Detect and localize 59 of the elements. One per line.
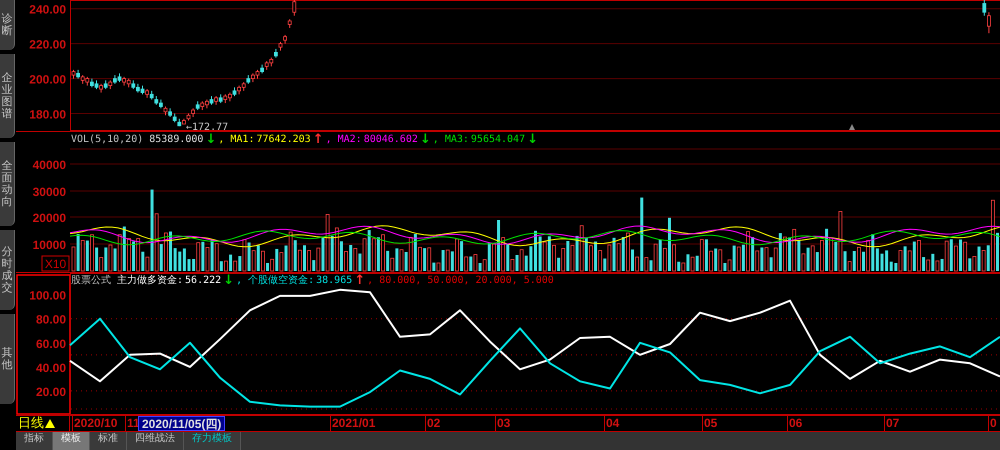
axis-label: 220.00: [29, 38, 66, 52]
trend-arrow: ↓: [223, 274, 234, 287]
date-axis-label: 07: [884, 416, 900, 431]
indicator-title: 股票公式: [71, 274, 111, 287]
axis-label: 80.00: [36, 312, 66, 327]
indicator-value: 80046.602: [364, 133, 418, 146]
unit-badge: X10: [42, 256, 70, 272]
date-axis-label: 05: [702, 416, 718, 431]
trend-arrow: ↓: [527, 133, 538, 146]
date-axis-label: 0: [988, 416, 997, 431]
axis-label: 30000: [32, 185, 66, 199]
indicator-value: 56.222: [185, 274, 222, 287]
bottom-tab[interactable]: 四维战法: [127, 432, 184, 450]
date-axis-label: 06: [787, 416, 802, 431]
indicator-label: 主力做多资金:: [117, 274, 184, 287]
low-price-marker: ←172.77: [186, 122, 228, 131]
cursor-date-label: 2020/11/05(四): [138, 416, 226, 431]
date-axis-label: 2020/10: [72, 416, 118, 431]
date-axis-label: 2021/01: [330, 416, 376, 431]
bottom-tab[interactable]: 指标: [16, 432, 53, 450]
indicator-value: 77642.203: [256, 133, 311, 146]
indicator-label: , 个股做空资金:: [236, 274, 314, 287]
axis-label: 180.00: [29, 108, 66, 122]
axis-label: 40000: [32, 158, 66, 172]
triangle-up-icon: [45, 419, 55, 428]
axis-label: 100.00: [29, 288, 66, 303]
trend-arrow: ↓: [205, 133, 216, 146]
indicator-label: , MA3:: [432, 133, 469, 146]
indicator-label: , MA2:: [326, 133, 362, 146]
indicator-title: VOL(5,10,20): [71, 133, 144, 146]
trend-arrow: ↑: [354, 274, 366, 287]
bottom-tab[interactable]: 存力模板: [184, 432, 241, 450]
axis-label: 20.00: [36, 384, 66, 399]
indicator-value: 38.965: [316, 274, 352, 287]
axis-label: 10000: [32, 238, 66, 252]
trend-arrow: ↓: [420, 133, 431, 146]
axis-label: 240.00: [29, 2, 66, 17]
candle: [288, 18, 292, 28]
side-tab[interactable]: 其他: [0, 314, 15, 404]
side-tab[interactable]: 诊断: [0, 0, 15, 50]
axis-label: 20000: [32, 211, 66, 225]
side-tab[interactable]: 企业图谱: [0, 54, 15, 138]
indicator-value: 85389.000: [149, 133, 204, 146]
bottom-tab[interactable]: 标准: [90, 432, 127, 450]
trend-arrow: ↑: [312, 133, 324, 146]
date-axis-label: 03: [495, 416, 510, 431]
axis-label: 60.00: [36, 336, 66, 351]
period-selector[interactable]: 日线: [16, 416, 70, 431]
indicator-value: 95654.047: [470, 133, 526, 146]
indicator-levels: , 80.000, 50.000, 20.000, 5.000: [367, 274, 554, 287]
side-tab[interactable]: 全面动向: [0, 142, 15, 226]
indicator-label: , MA1:: [218, 133, 254, 146]
side-tab[interactable]: 分时成交: [0, 230, 15, 310]
axis-label: 200.00: [29, 72, 66, 87]
bottom-tab[interactable]: 模板: [53, 432, 90, 450]
triangle-marker-icon: [849, 124, 855, 130]
date-axis-label: 02: [425, 416, 440, 431]
axis-label: 40.00: [36, 360, 66, 375]
date-axis-label: 04: [604, 416, 620, 431]
